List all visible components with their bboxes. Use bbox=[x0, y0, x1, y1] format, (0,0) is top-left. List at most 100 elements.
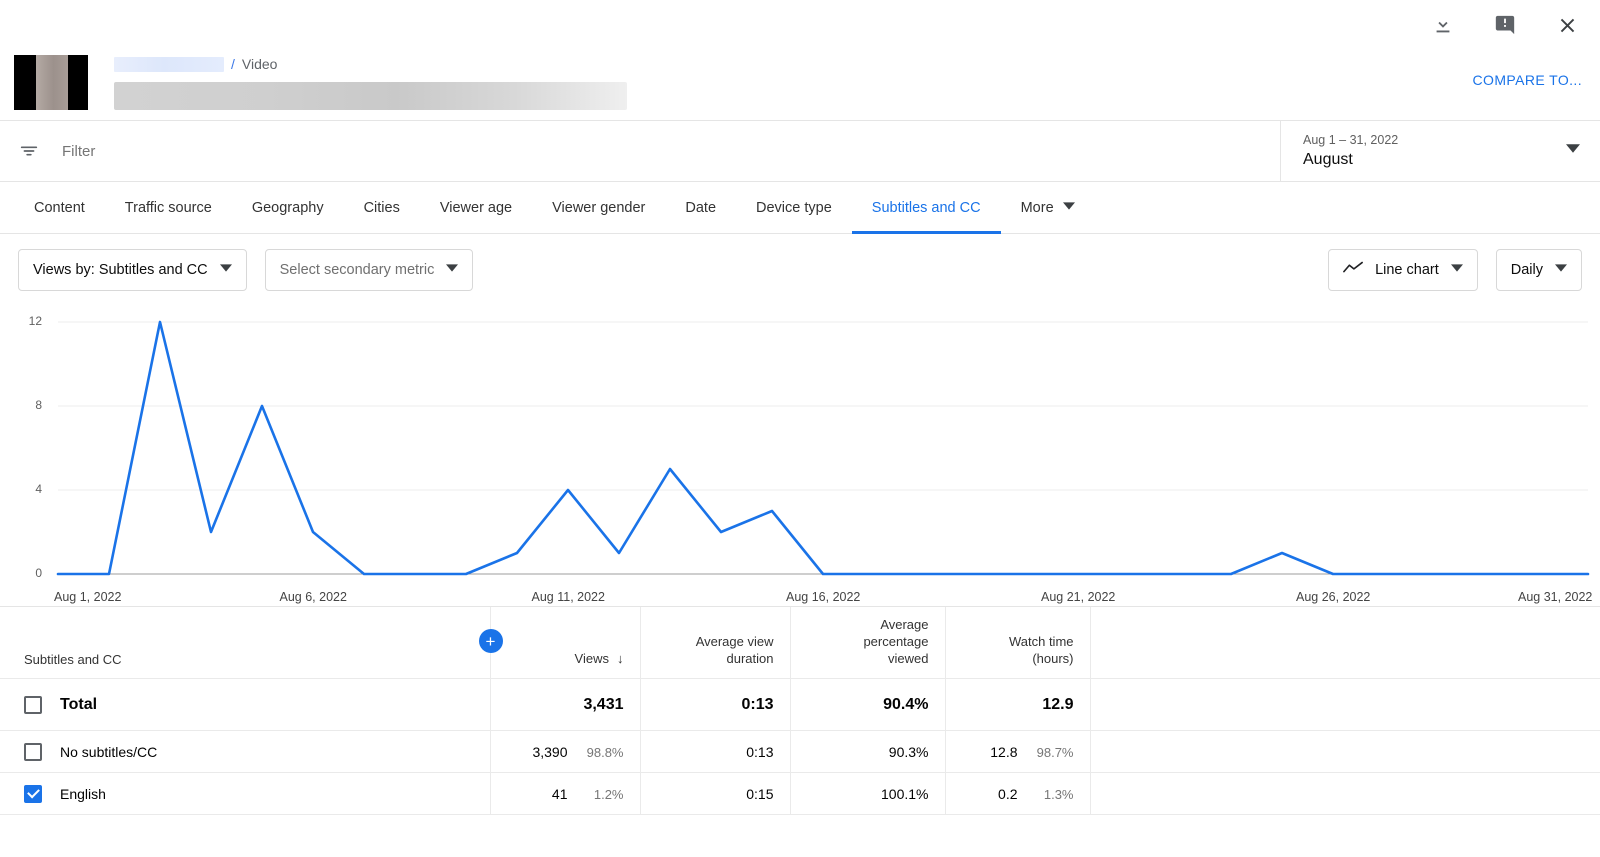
video-thumbnail[interactable] bbox=[14, 55, 88, 110]
video-title-redacted bbox=[114, 82, 627, 110]
breadcrumb-video-label: Video bbox=[241, 56, 278, 72]
chevron-down-icon bbox=[446, 262, 459, 278]
filter-input[interactable] bbox=[62, 142, 462, 160]
row-checkbox-1[interactable] bbox=[24, 784, 42, 803]
x-axis-tick-label: Aug 6, 2022 bbox=[279, 590, 347, 604]
total-empty bbox=[1089, 678, 1600, 731]
total-row-label: Total bbox=[60, 695, 98, 713]
x-axis-tick-label: Aug 1, 2022 bbox=[54, 590, 122, 604]
chart-type-selector[interactable]: Line chart bbox=[1328, 249, 1478, 291]
date-preset-text: August bbox=[1303, 150, 1353, 168]
header-views[interactable]: + Views ↓ bbox=[478, 606, 640, 679]
analytics-tabs: Content Traffic source Geography Cities … bbox=[0, 182, 1600, 234]
header-watch-time-label: Watch time (hours) bbox=[1008, 634, 1074, 666]
secondary-metric-label: Select secondary metric bbox=[279, 262, 435, 278]
row-watch-time-1: 0.2 1.3% bbox=[944, 772, 1090, 815]
header-views-label: Views bbox=[574, 651, 609, 666]
tab-content[interactable]: Content bbox=[14, 182, 105, 233]
top-bar: COMPARE TO... / Video bbox=[0, 0, 1600, 120]
tab-device-type[interactable]: Device type bbox=[736, 182, 852, 233]
plus-icon[interactable]: + bbox=[478, 629, 503, 653]
views-line-chart: 0 4 8 12 Aug 1, 2022 Aug 6, 2022 Aug 11, 2022 A… bbox=[0, 306, 1600, 606]
y-axis-tick-label: 12 bbox=[28, 314, 42, 328]
breadcrumb-separator: / bbox=[231, 56, 235, 72]
x-axis-tick-label: Aug 11, 2022 bbox=[531, 590, 605, 604]
primary-metric-selector[interactable]: Views by: Subtitles and CC bbox=[18, 249, 247, 291]
total-row-checkbox[interactable] bbox=[24, 695, 42, 714]
row-checkbox-0[interactable] bbox=[24, 742, 42, 761]
tab-subtitles-and-cc[interactable]: Subtitles and CC bbox=[851, 182, 1001, 234]
y-axis-tick-label: 4 bbox=[35, 482, 42, 496]
row-label-cell-0: No subtitles/CC bbox=[0, 730, 490, 773]
total-watch-time: 12.9 bbox=[944, 678, 1090, 731]
row-watch-time-value-1: 0.2 bbox=[998, 785, 1018, 802]
total-views: 3,431 bbox=[489, 678, 640, 731]
download-icon[interactable] bbox=[1426, 8, 1460, 42]
tab-date[interactable]: Date bbox=[665, 182, 736, 233]
header-avg-view-duration[interactable]: Average view duration bbox=[639, 606, 790, 679]
video-info: / Video bbox=[14, 55, 627, 110]
compare-to-button[interactable]: COMPARE TO... bbox=[1473, 72, 1582, 88]
table-row: English 41 1.2% 0:15 100.1% 0.2 1.3% bbox=[0, 772, 1600, 815]
row-avg-percentage-viewed-0: 90.3% bbox=[789, 730, 945, 773]
chevron-down-icon bbox=[1450, 262, 1463, 278]
row-views-value-1: 41 bbox=[551, 785, 568, 802]
tab-geography[interactable]: Geography bbox=[232, 182, 344, 233]
granularity-selector[interactable]: Daily bbox=[1495, 249, 1582, 291]
date-range-selector[interactable]: Aug 1 – 31, 2022 August bbox=[1280, 121, 1600, 181]
line-chart-icon bbox=[1343, 260, 1363, 280]
x-axis-tick-label: Aug 31, 2022 bbox=[1518, 590, 1593, 604]
header-watch-time[interactable]: Watch time (hours) bbox=[944, 606, 1090, 679]
chevron-down-icon bbox=[1555, 262, 1567, 278]
header-avg-percentage-viewed[interactable]: Average percentage viewed bbox=[789, 606, 945, 679]
primary-metric-label: Views by: Subtitles and CC bbox=[33, 262, 208, 278]
y-axis-tick-label: 8 bbox=[35, 398, 42, 412]
table-row-total: Total 3,431 0:13 90.4% 12.9 bbox=[0, 678, 1600, 731]
row-avg-percentage-viewed-1: 100.1% bbox=[789, 772, 945, 815]
chart-canvas bbox=[56, 320, 1590, 576]
total-avg-percentage-viewed: 90.4% bbox=[789, 678, 945, 731]
header-avg-percentage-viewed-label: Average percentage viewed bbox=[863, 617, 929, 666]
tab-cities[interactable]: Cities bbox=[344, 182, 420, 233]
y-axis-tick-label: 0 bbox=[35, 566, 42, 580]
tab-more[interactable]: More bbox=[1001, 182, 1095, 233]
channel-name-redacted[interactable] bbox=[114, 56, 224, 72]
row-views-0: 3,390 98.8% bbox=[489, 730, 640, 773]
row-label-0: No subtitles/CC bbox=[60, 743, 158, 760]
table-header-row: Subtitles and CC + Views ↓ Average view … bbox=[0, 606, 1600, 679]
tab-viewer-gender[interactable]: Viewer gender bbox=[532, 182, 665, 233]
row-views-1: 41 1.2% bbox=[489, 772, 640, 815]
row-watch-time-pct-1: 1.3% bbox=[1043, 786, 1074, 802]
row-views-pct-0: 98.8% bbox=[586, 744, 624, 760]
row-label-1: English bbox=[60, 785, 106, 802]
feedback-icon[interactable] bbox=[1488, 8, 1522, 42]
header-avg-view-duration-label: Average view duration bbox=[695, 634, 774, 666]
row-avg-view-duration-1: 0:15 bbox=[639, 772, 790, 815]
chart-controls: Views by: Subtitles and CC Select second… bbox=[0, 234, 1600, 306]
tab-traffic-source[interactable]: Traffic source bbox=[105, 182, 232, 233]
total-row-label-cell: Total bbox=[0, 678, 490, 731]
row-empty-1 bbox=[1089, 772, 1600, 815]
row-views-value-0: 3,390 bbox=[532, 743, 568, 760]
tab-viewer-age[interactable]: Viewer age bbox=[420, 182, 532, 233]
granularity-label: Daily bbox=[1510, 262, 1543, 278]
x-axis-tick-label: Aug 21, 2022 bbox=[1041, 590, 1116, 604]
row-avg-view-duration-0: 0:13 bbox=[639, 730, 790, 773]
date-range-text: Aug 1 – 31, 2022 bbox=[1303, 132, 1399, 147]
close-icon[interactable] bbox=[1550, 8, 1584, 42]
sort-arrow-icon: ↓ bbox=[617, 651, 624, 666]
breadcrumb: / Video bbox=[114, 55, 627, 73]
row-views-pct-1: 1.2% bbox=[593, 786, 624, 802]
table-row: No subtitles/CC 3,390 98.8% 0:13 90.3% 1… bbox=[0, 730, 1600, 773]
row-empty-0 bbox=[1089, 730, 1600, 773]
filter-icon[interactable] bbox=[18, 140, 40, 162]
row-watch-time-pct-0: 98.7% bbox=[1036, 744, 1074, 760]
chart-series-line bbox=[56, 320, 1590, 576]
secondary-metric-selector[interactable]: Select secondary metric bbox=[264, 249, 474, 291]
header-dimension: Subtitles and CC bbox=[0, 606, 490, 679]
x-axis-tick-label: Aug 16, 2022 bbox=[786, 590, 861, 604]
header-empty bbox=[1089, 606, 1600, 679]
chevron-down-icon bbox=[1062, 200, 1075, 216]
chart-type-label: Line chart bbox=[1375, 262, 1439, 278]
row-watch-time-0: 12.8 98.7% bbox=[944, 730, 1090, 773]
